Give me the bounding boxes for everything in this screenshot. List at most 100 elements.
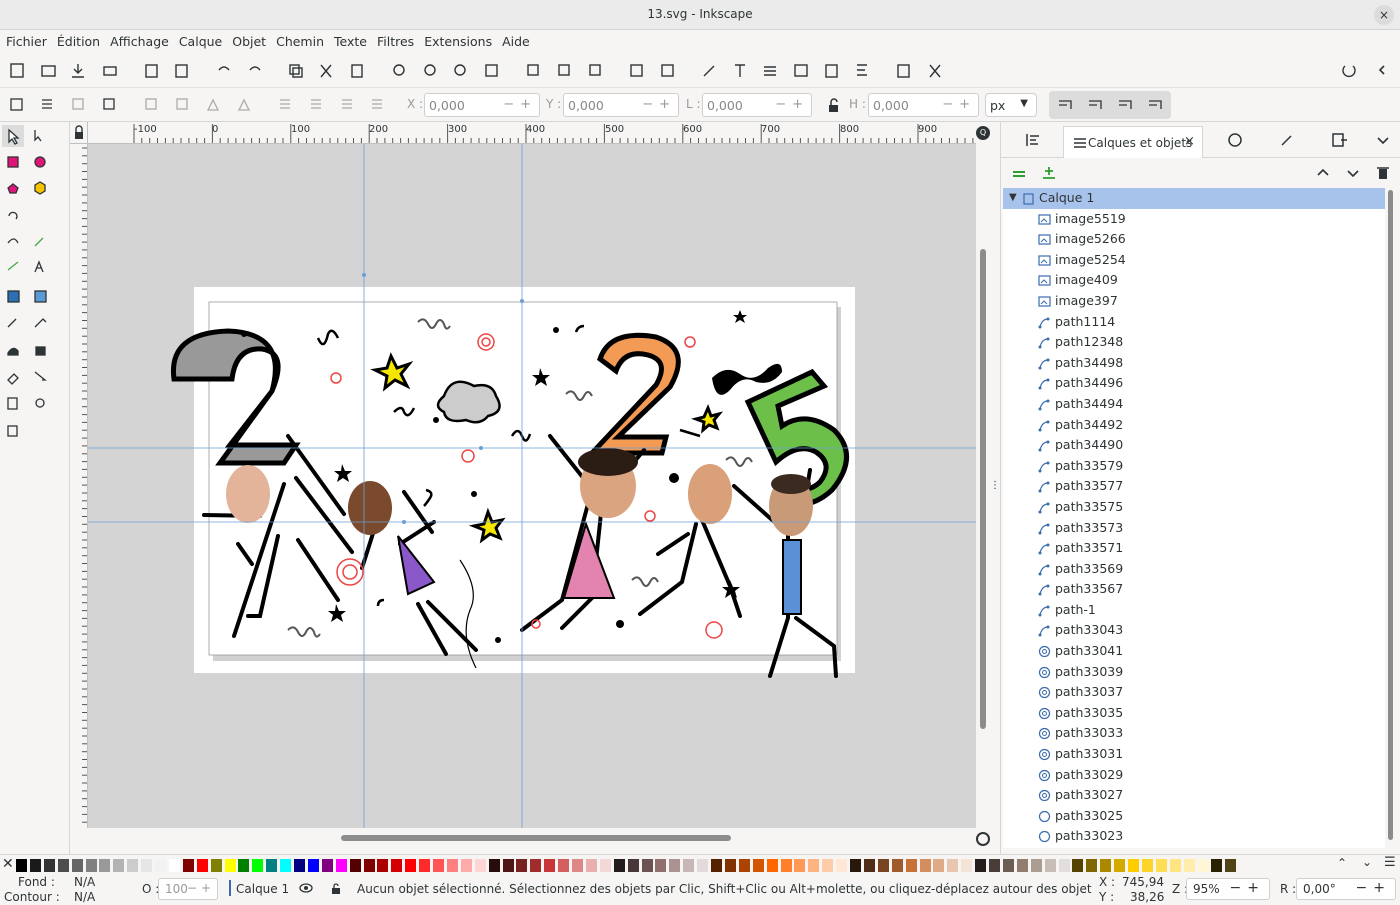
tree-object-row[interactable]: path33567 — [1003, 579, 1385, 600]
color-swatch[interactable] — [16, 859, 27, 872]
color-swatch[interactable] — [1044, 859, 1056, 872]
menu-affichage[interactable]: Affichage — [104, 30, 173, 49]
color-swatch[interactable] — [335, 859, 347, 872]
color-swatch[interactable] — [127, 859, 139, 872]
color-swatch[interactable] — [1002, 859, 1014, 872]
menu-objet[interactable]: Objet — [226, 30, 270, 49]
color-swatch[interactable] — [210, 859, 222, 872]
tree-object-row[interactable]: path33033 — [1003, 723, 1385, 744]
color-swatch[interactable] — [1169, 859, 1181, 872]
color-swatch[interactable] — [155, 859, 166, 872]
color-swatch[interactable] — [752, 859, 764, 872]
zoom-field[interactable]: 95% −+ — [1186, 878, 1270, 900]
color-swatch[interactable] — [71, 859, 83, 872]
color-swatch[interactable] — [238, 859, 250, 872]
close-window-button[interactable]: × — [1374, 5, 1394, 25]
color-swatch[interactable] — [113, 859, 125, 872]
color-swatch[interactable] — [766, 859, 778, 872]
tree-object-row[interactable]: path34498 — [1003, 353, 1385, 374]
color-swatch[interactable] — [57, 859, 69, 872]
color-swatch[interactable] — [377, 859, 389, 872]
horizontal-scrollbar[interactable] — [88, 828, 976, 848]
color-swatch[interactable] — [863, 859, 875, 872]
horizontal-scroll-thumb[interactable] — [341, 835, 731, 841]
color-swatch[interactable] — [822, 859, 834, 872]
tree-object-row[interactable]: path12348 — [1003, 332, 1385, 353]
tool-icons[interactable] — [0, 122, 70, 442]
color-swatch[interactable] — [919, 859, 931, 872]
color-swatch[interactable] — [1225, 859, 1237, 872]
color-swatch[interactable] — [294, 859, 305, 872]
panel-menu-chevron-icon[interactable] — [1373, 130, 1393, 150]
delete-icon[interactable] — [1373, 163, 1393, 183]
menu-texte[interactable]: Texte — [328, 30, 371, 49]
status-layer[interactable]: Calque 1 — [236, 882, 289, 896]
export-tab-icon[interactable] — [1329, 130, 1349, 150]
color-swatch[interactable] — [891, 859, 903, 872]
color-swatch[interactable] — [419, 859, 431, 872]
color-swatch[interactable] — [266, 859, 278, 872]
color-swatch[interactable] — [141, 859, 153, 872]
stroke-value[interactable]: N/A — [74, 890, 95, 904]
y-field[interactable]: 0,000 −+ — [563, 93, 679, 117]
opacity-field[interactable]: 100 −+ — [158, 878, 218, 900]
tree-object-row[interactable]: path34494 — [1003, 394, 1385, 415]
ruler-corner[interactable] — [70, 122, 88, 144]
tree-object-row[interactable]: path33031 — [1003, 744, 1385, 765]
add-layer-icon[interactable] — [1039, 163, 1059, 183]
menu-filtres[interactable]: Filtres — [371, 30, 418, 49]
tree-object-row[interactable]: path33039 — [1003, 662, 1385, 683]
height-field[interactable]: 0,000 −+ — [868, 93, 979, 117]
color-swatch[interactable] — [1183, 859, 1195, 872]
color-swatch[interactable] — [697, 859, 709, 872]
tree-object-row[interactable]: image397 — [1003, 291, 1385, 312]
color-swatch[interactable] — [1155, 859, 1167, 872]
tree-object-row[interactable]: path33023 — [1003, 826, 1385, 847]
vertical-ruler[interactable] — [70, 144, 88, 828]
menu-chemin[interactable]: Chemin — [270, 30, 328, 49]
tree-object-row[interactable]: path33035 — [1003, 703, 1385, 724]
canvas[interactable] — [88, 144, 976, 828]
color-swatch[interactable] — [307, 859, 319, 872]
menu-fichier[interactable]: Fichier — [0, 30, 51, 49]
color-swatch[interactable] — [1114, 859, 1126, 872]
color-swatch[interactable] — [794, 859, 806, 872]
color-swatch[interactable] — [711, 859, 722, 872]
color-swatch[interactable] — [585, 859, 597, 872]
color-swatch[interactable] — [474, 859, 486, 872]
unit-select[interactable]: px ▼ — [985, 93, 1037, 117]
color-swatch[interactable] — [975, 859, 987, 872]
color-swatch[interactable] — [808, 859, 820, 872]
color-swatch[interactable] — [1197, 859, 1209, 872]
color-swatch[interactable] — [836, 859, 848, 872]
color-swatch[interactable] — [683, 859, 695, 872]
color-swatch[interactable] — [433, 859, 444, 872]
color-swatch[interactable] — [196, 859, 208, 872]
tree-object-row[interactable]: path1114 — [1003, 312, 1385, 333]
color-management-icon[interactable] — [976, 832, 990, 846]
tree-object-row[interactable]: path33043 — [1003, 620, 1385, 641]
tree-object-row[interactable]: path33577 — [1003, 476, 1385, 497]
color-swatch[interactable] — [252, 859, 264, 872]
tree-layer-row[interactable]: ▼ Calque 1 — [1003, 188, 1385, 209]
transform-options-icons[interactable] — [1049, 91, 1171, 119]
tree-object-row[interactable]: path33029 — [1003, 765, 1385, 786]
color-swatch[interactable] — [85, 859, 97, 872]
color-swatch[interactable] — [933, 859, 945, 872]
color-swatch[interactable] — [349, 859, 361, 872]
tree-scrollbar[interactable] — [1385, 188, 1397, 848]
tree-object-row[interactable]: path33569 — [1003, 559, 1385, 580]
color-swatch[interactable] — [655, 859, 667, 872]
color-swatch[interactable] — [572, 859, 583, 872]
color-swatch[interactable] — [724, 859, 736, 872]
color-swatch[interactable] — [641, 859, 653, 872]
tree-object-row[interactable]: path33037 — [1003, 682, 1385, 703]
panel-handle-icon[interactable]: ⋮ — [990, 480, 1000, 492]
color-swatch[interactable] — [502, 859, 514, 872]
tree-object-row[interactable]: image5254 — [1003, 250, 1385, 271]
vertical-scroll-thumb[interactable] — [980, 249, 986, 729]
color-swatch[interactable] — [224, 859, 236, 872]
color-swatch[interactable] — [530, 859, 542, 872]
tree-object-row[interactable]: path-1 — [1003, 600, 1385, 621]
color-swatch[interactable] — [99, 859, 111, 872]
